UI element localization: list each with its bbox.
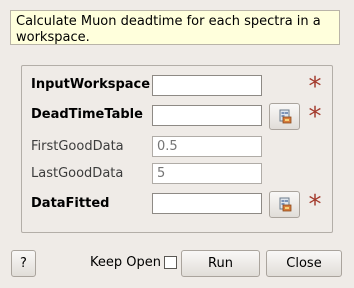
algorithm-description: Calculate Muon deadtime for each spectra…: [10, 10, 340, 45]
required-asterisk-icon: *: [308, 72, 322, 102]
dead-time-table-browse-button[interactable]: [269, 103, 300, 130]
data-fitted-label: DataFitted: [31, 196, 110, 211]
required-asterisk-icon: *: [308, 190, 322, 220]
help-button[interactable]: ?: [11, 250, 36, 277]
input-workspace-label: InputWorkspace: [31, 77, 151, 92]
workspace-browse-icon: [279, 109, 292, 124]
keep-open-checkbox[interactable]: [164, 256, 177, 269]
input-workspace-field[interactable]: [152, 75, 262, 96]
keep-open-label: Keep Open: [90, 255, 161, 270]
data-fitted-field[interactable]: [152, 193, 262, 214]
data-fitted-browse-button[interactable]: [269, 191, 300, 218]
run-button[interactable]: Run: [181, 250, 260, 277]
dead-time-table-field[interactable]: [152, 105, 262, 126]
last-good-data-field[interactable]: [152, 163, 262, 184]
workspace-browse-icon: [279, 197, 292, 212]
dead-time-table-label: DeadTimeTable: [31, 107, 143, 122]
first-good-data-label: FirstGoodData: [31, 139, 124, 154]
last-good-data-label: LastGoodData: [31, 166, 124, 181]
first-good-data-field[interactable]: [152, 136, 262, 157]
required-asterisk-icon: *: [308, 102, 322, 132]
close-button[interactable]: Close: [266, 250, 342, 277]
